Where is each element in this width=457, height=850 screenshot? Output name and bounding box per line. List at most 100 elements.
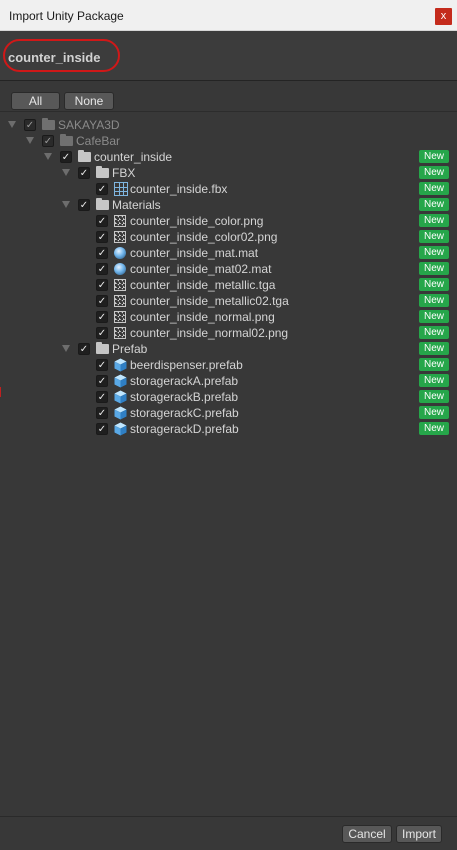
- include-checkbox[interactable]: ✓: [96, 279, 108, 291]
- selection-toolbar: All None: [0, 82, 457, 112]
- tree-item-label: counter_inside_mat.mat: [130, 246, 259, 260]
- tree-item-label: counter_inside_color02.png: [130, 230, 278, 244]
- expand-arrow-icon[interactable]: [62, 169, 70, 176]
- tree-item-label: counter_inside_mat02.mat: [130, 262, 272, 276]
- cancel-button[interactable]: Cancel: [342, 825, 392, 843]
- tree-item-label: CafeBar: [76, 134, 121, 148]
- tree-item-label: counter_inside_normal02.png: [130, 326, 289, 340]
- tree-folder-row[interactable]: ✓ CafeBar: [0, 133, 457, 149]
- select-all-button[interactable]: All: [11, 92, 60, 110]
- tree-item-label: counter_inside.fbx: [130, 182, 228, 196]
- tree-item-label: storagerackA.prefab: [130, 374, 239, 388]
- new-badge: New: [419, 198, 449, 211]
- prefab-cube-icon: [114, 374, 127, 388]
- tree-file-row[interactable]: ✓ counter_inside_normal02.png New: [0, 325, 457, 341]
- package-header: counter_inside: [0, 31, 457, 81]
- new-badge: New: [419, 214, 449, 227]
- expand-arrow-icon[interactable]: [62, 201, 70, 208]
- tree-folder-row[interactable]: ✓ Materials New: [0, 197, 457, 213]
- include-checkbox[interactable]: ✓: [96, 311, 108, 323]
- expand-arrow-icon[interactable]: [44, 153, 52, 160]
- texture-image-icon: [114, 295, 126, 307]
- include-checkbox[interactable]: ✓: [96, 359, 108, 371]
- include-checkbox[interactable]: ✓: [96, 263, 108, 275]
- tree-folder-row[interactable]: ✓ counter_inside New: [0, 149, 457, 165]
- include-checkbox[interactable]: ✓: [42, 135, 54, 147]
- tree-file-row[interactable]: ✓ counter_inside_mat.mat New: [0, 245, 457, 261]
- expand-arrow-icon[interactable]: [8, 121, 16, 128]
- tree-file-row[interactable]: ✓ counter_inside_mat02.mat New: [0, 261, 457, 277]
- model-mesh-icon: [114, 182, 128, 196]
- tree-folder-row[interactable]: ✓ Prefab New: [0, 341, 457, 357]
- new-badge: New: [419, 342, 449, 355]
- tree-folder-row[interactable]: ✓ SAKAYA3D: [0, 117, 457, 133]
- folder-icon: [96, 198, 109, 210]
- include-checkbox[interactable]: ✓: [60, 151, 72, 163]
- folder-icon: [96, 342, 109, 354]
- new-badge: New: [419, 278, 449, 291]
- folder-icon: [60, 134, 73, 146]
- include-checkbox[interactable]: ✓: [96, 247, 108, 259]
- tree-item-label: counter_inside_metallic.tga: [130, 278, 276, 292]
- tree-file-row[interactable]: ✓ counter_inside_metallic02.tga New: [0, 293, 457, 309]
- tree-file-row[interactable]: ✓ counter_inside_normal.png New: [0, 309, 457, 325]
- include-checkbox[interactable]: ✓: [96, 423, 108, 435]
- tree-item-label: counter_inside: [94, 150, 173, 164]
- prefab-cube-icon: [114, 406, 127, 420]
- expand-arrow-icon[interactable]: [26, 137, 34, 144]
- material-sphere-icon: [114, 247, 126, 259]
- tree-file-row[interactable]: ✓ storagerackA.prefab New: [0, 373, 457, 389]
- tree-file-row[interactable]: ✓ counter_inside_color.png New: [0, 213, 457, 229]
- include-checkbox[interactable]: ✓: [78, 343, 90, 355]
- edge-marker: [0, 387, 1, 397]
- tree-file-row[interactable]: ✓ storagerackB.prefab New: [0, 389, 457, 405]
- tree-item-label: counter_inside_metallic02.tga: [130, 294, 289, 308]
- tree-file-row[interactable]: ✓ counter_inside.fbx New: [0, 181, 457, 197]
- include-checkbox[interactable]: ✓: [96, 231, 108, 243]
- include-checkbox[interactable]: ✓: [96, 391, 108, 403]
- include-checkbox[interactable]: ✓: [78, 167, 90, 179]
- prefab-cube-icon: [114, 422, 127, 436]
- import-button[interactable]: Import: [396, 825, 442, 843]
- new-badge: New: [419, 294, 449, 307]
- package-tree: ✓ SAKAYA3D ✓ CafeBar ✓ counter_inside New ✓ FBX N…: [0, 113, 457, 816]
- tree-file-row[interactable]: ✓ storagerackC.prefab New: [0, 405, 457, 421]
- prefab-cube-icon: [114, 358, 127, 372]
- include-checkbox[interactable]: ✓: [96, 327, 108, 339]
- tree-item-label: storagerackB.prefab: [130, 390, 239, 404]
- folder-icon: [42, 118, 55, 130]
- texture-image-icon: [114, 311, 126, 323]
- new-badge: New: [419, 390, 449, 403]
- material-sphere-icon: [114, 263, 126, 275]
- new-badge: New: [419, 230, 449, 243]
- select-none-button[interactable]: None: [64, 92, 114, 110]
- tree-folder-row[interactable]: ✓ FBX New: [0, 165, 457, 181]
- include-checkbox[interactable]: ✓: [96, 295, 108, 307]
- folder-icon: [78, 150, 91, 162]
- new-badge: New: [419, 310, 449, 323]
- expand-arrow-icon[interactable]: [62, 345, 70, 352]
- tree-item-label: FBX: [112, 166, 136, 180]
- tree-file-row[interactable]: ✓ storagerackD.prefab New: [0, 421, 457, 437]
- folder-icon: [96, 166, 109, 178]
- include-checkbox[interactable]: ✓: [96, 215, 108, 227]
- new-badge: New: [419, 406, 449, 419]
- include-checkbox[interactable]: ✓: [78, 199, 90, 211]
- new-badge: New: [419, 374, 449, 387]
- tree-item-label: Materials: [112, 198, 161, 212]
- texture-image-icon: [114, 327, 126, 339]
- close-button[interactable]: x: [435, 8, 452, 25]
- tree-item-label: beerdispenser.prefab: [130, 358, 243, 372]
- tree-item-label: storagerackC.prefab: [130, 406, 239, 420]
- tree-file-row[interactable]: ✓ counter_inside_metallic.tga New: [0, 277, 457, 293]
- new-badge: New: [419, 182, 449, 195]
- include-checkbox[interactable]: ✓: [96, 375, 108, 387]
- tree-item-label: storagerackD.prefab: [130, 422, 239, 436]
- tree-file-row[interactable]: ✓ counter_inside_color02.png New: [0, 229, 457, 245]
- tree-file-row[interactable]: ✓ beerdispenser.prefab New: [0, 357, 457, 373]
- include-checkbox[interactable]: ✓: [24, 119, 36, 131]
- include-checkbox[interactable]: ✓: [96, 183, 108, 195]
- new-badge: New: [419, 358, 449, 371]
- include-checkbox[interactable]: ✓: [96, 407, 108, 419]
- texture-image-icon: [114, 279, 126, 291]
